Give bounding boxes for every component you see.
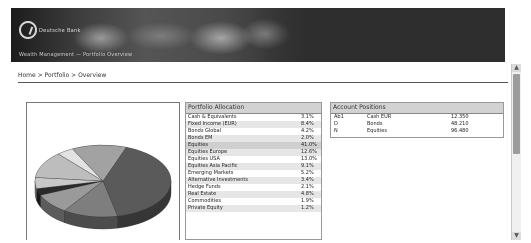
scroll-thumb[interactable]	[513, 74, 520, 154]
allocation-row[interactable]: Commodities 1.9%	[186, 198, 321, 205]
header-banner: Deutsche Bank Wealth Management — Portfo…	[11, 8, 505, 62]
positions-panel: Account Positions Ab1 Cash EUR 12.350 D Bond…	[330, 102, 504, 138]
allocation-value: 3.1%	[301, 114, 314, 120]
allocation-row[interactable]: Equities 41.0%	[186, 142, 321, 149]
divider	[18, 82, 508, 83]
scroll-up-icon[interactable]: ▲	[512, 64, 521, 72]
allocation-title: Portfolio Allocation	[186, 103, 321, 114]
allocation-value: 5.2%	[301, 170, 314, 176]
allocation-name: Equities USA	[188, 156, 220, 162]
allocation-value: 9.1%	[301, 163, 314, 169]
allocation-row[interactable]: Fixed Income (EUR) 8.4%	[186, 121, 321, 128]
allocation-value: 1.9%	[301, 198, 314, 204]
allocation-value: 3.4%	[301, 177, 314, 183]
logo-text: Deutsche Bank	[39, 28, 81, 34]
allocation-value: 13.0%	[301, 156, 317, 162]
allocation-row[interactable]: Equities USA 13.0%	[186, 156, 321, 163]
position-row[interactable]: Ab1 Cash EUR 12.350	[331, 114, 503, 121]
pie-chart	[34, 144, 172, 230]
allocation-list: Cash & Equivalents 3.1% Fixed Income (EUR)…	[186, 114, 321, 212]
allocation-value: 12.6%	[301, 149, 317, 155]
allocation-name: Fixed Income (EUR)	[188, 121, 237, 127]
allocation-name: Real Estate	[188, 191, 217, 197]
allocation-name: Equities Asia Pacific	[188, 163, 238, 169]
allocation-value: 2.0%	[301, 135, 314, 141]
allocation-name: Bonds Global	[188, 128, 221, 134]
allocation-value: 4.2%	[301, 128, 314, 134]
position-id: N	[334, 128, 338, 134]
pie-chart-panel	[26, 102, 180, 240]
allocation-name: Private Equity	[188, 205, 223, 211]
allocation-value: 2.1%	[301, 184, 314, 190]
allocation-value: 8.4%	[301, 121, 314, 127]
allocation-row[interactable]: Alternative Investments 3.4%	[186, 177, 321, 184]
position-row[interactable]: N Equities 96.480	[331, 128, 503, 135]
logo-icon[interactable]	[19, 21, 37, 39]
position-row[interactable]: D Bonds 48.210	[331, 121, 503, 128]
allocation-panel: Portfolio Allocation Cash & Equivalents 3…	[185, 102, 322, 240]
position-desc: Cash EUR	[367, 114, 392, 120]
allocation-row[interactable]: Emerging Markets 5.2%	[186, 170, 321, 177]
allocation-name: Bonds EM	[188, 135, 213, 141]
position-value: 48.210	[451, 121, 469, 127]
allocation-name: Equities	[188, 142, 208, 148]
breadcrumb[interactable]: Home > Portfolio > Overview	[18, 72, 106, 79]
allocation-row[interactable]: Private Equity 1.2%	[186, 205, 321, 212]
position-id: D	[334, 121, 338, 127]
allocation-row[interactable]: Equities Europe 12.6%	[186, 149, 321, 156]
allocation-row[interactable]: Equities Asia Pacific 9.1%	[186, 163, 321, 170]
allocation-name: Equities Europe	[188, 149, 228, 155]
allocation-value: 4.8%	[301, 191, 314, 197]
position-desc: Equities	[367, 128, 387, 134]
positions-title: Account Positions	[331, 103, 503, 114]
allocation-name: Cash & Equivalents	[188, 114, 237, 120]
allocation-name: Commodities	[188, 198, 221, 204]
allocation-row[interactable]: Real Estate 4.8%	[186, 191, 321, 198]
vertical-scrollbar[interactable]: ▲ ▼	[511, 64, 521, 240]
banner-tagline: Wealth Management — Portfolio Overview	[19, 52, 133, 58]
allocation-row[interactable]: Cash & Equivalents 3.1%	[186, 114, 321, 121]
banner-fade	[251, 8, 341, 62]
allocation-value: 41.0%	[301, 142, 317, 148]
allocation-name: Hedge Funds	[188, 184, 221, 190]
allocation-row[interactable]: Bonds Global 4.2%	[186, 128, 321, 135]
allocation-value: 1.2%	[301, 205, 314, 211]
scroll-down-icon[interactable]: ▼	[512, 232, 521, 240]
positions-list: Ab1 Cash EUR 12.350 D Bonds 48.210 N Equities 96…	[331, 114, 503, 135]
allocation-name: Emerging Markets	[188, 170, 234, 176]
position-desc: Bonds	[367, 121, 383, 127]
position-id: Ab1	[334, 114, 344, 120]
position-value: 96.480	[451, 128, 469, 134]
allocation-row[interactable]: Hedge Funds 2.1%	[186, 184, 321, 191]
position-value: 12.350	[451, 114, 469, 120]
allocation-name: Alternative Investments	[188, 177, 248, 183]
allocation-row[interactable]: Bonds EM 2.0%	[186, 135, 321, 142]
